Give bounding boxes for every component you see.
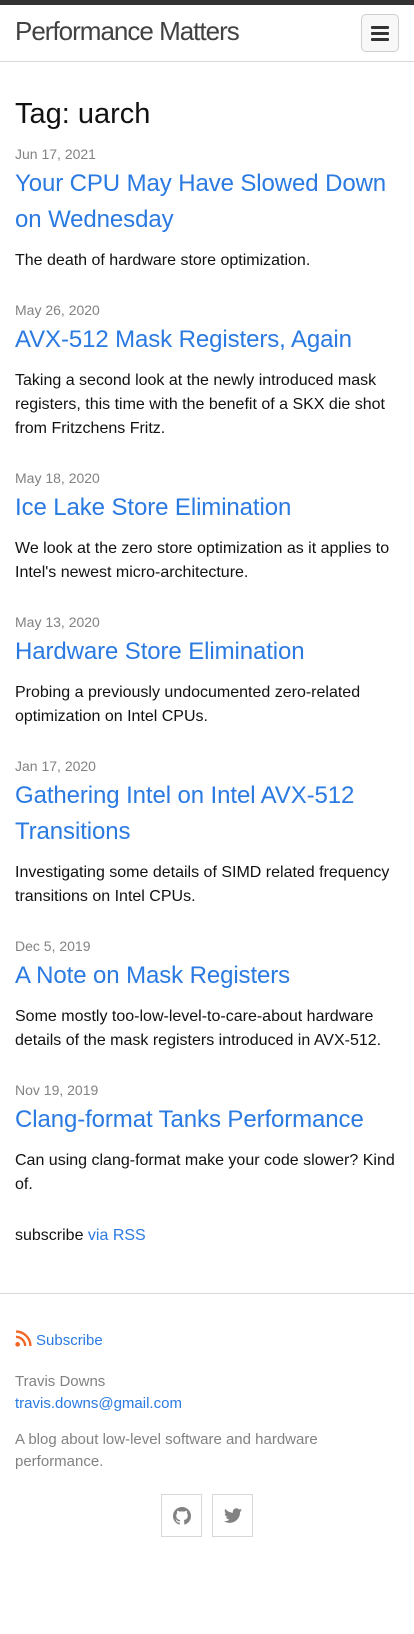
post-excerpt: Probing a previously undocumented zero-r… xyxy=(15,684,361,725)
post-list: Jun 17, 2021 Your CPU May Have Slowed Do… xyxy=(15,144,399,1197)
site-footer: Subscribe Travis Downs travis.downs@gmai… xyxy=(0,1293,414,1571)
site-header: Performance Matters xyxy=(0,5,414,62)
main-content: Tag: uarch Jun 17, 2021 Your CPU May Hav… xyxy=(0,98,414,1248)
post-title-link[interactable]: AVX-512 Mask Registers, Again xyxy=(15,322,399,358)
rss-prefix: subscribe xyxy=(15,1227,88,1244)
hamburger-menu-icon[interactable] xyxy=(361,14,399,52)
post-date: Dec 5, 2019 xyxy=(15,938,91,954)
footer-subscribe-link[interactable]: Subscribe xyxy=(15,1330,399,1351)
post-excerpt: Taking a second look at the newly introd… xyxy=(15,372,385,437)
rss-link[interactable]: via RSS xyxy=(88,1227,146,1244)
post-item: Jun 17, 2021 Your CPU May Have Slowed Do… xyxy=(15,144,399,273)
page-title: Tag: uarch xyxy=(15,98,151,130)
author-name: Travis Downs xyxy=(15,1373,106,1390)
site-description: A blog about low-level software and hard… xyxy=(15,1431,318,1470)
post-title-link[interactable]: Your CPU May Have Slowed Down on Wednesd… xyxy=(15,166,399,238)
post-excerpt: The death of hardware store optimization… xyxy=(15,252,311,269)
post-title-link[interactable]: Ice Lake Store Elimination xyxy=(15,490,399,526)
post-title-link[interactable]: Gathering Intel on Intel AVX-512 Transit… xyxy=(15,778,399,850)
post-excerpt: Can using clang-format make your code sl… xyxy=(15,1152,395,1193)
post-date: May 18, 2020 xyxy=(15,470,100,486)
github-icon[interactable] xyxy=(161,1494,202,1537)
post-excerpt: Investigating some details of SIMD relat… xyxy=(15,864,390,905)
post-title-link[interactable]: Hardware Store Elimination xyxy=(15,634,399,670)
post-date: Jan 17, 2020 xyxy=(15,758,96,774)
post-item: May 18, 2020 Ice Lake Store Elimination … xyxy=(15,468,399,585)
post-item: May 26, 2020 AVX-512 Mask Registers, Aga… xyxy=(15,300,399,441)
post-excerpt: We look at the zero store optimization a… xyxy=(15,540,390,581)
post-item: Nov 19, 2019 Clang-format Tanks Performa… xyxy=(15,1080,399,1197)
post-item: Jan 17, 2020 Gathering Intel on Intel AV… xyxy=(15,756,399,909)
post-title-link[interactable]: Clang-format Tanks Performance xyxy=(15,1102,399,1138)
footer-subscribe-label: Subscribe xyxy=(36,1332,103,1349)
post-date: Nov 19, 2019 xyxy=(15,1082,99,1098)
post-date: May 26, 2020 xyxy=(15,302,100,318)
rss-feed-icon xyxy=(15,1330,32,1351)
post-item: Dec 5, 2019 A Note on Mask Registers Som… xyxy=(15,936,399,1053)
twitter-icon[interactable] xyxy=(212,1494,253,1537)
post-title-link[interactable]: A Note on Mask Registers xyxy=(15,958,399,994)
author-email-link[interactable]: travis.downs@gmail.com xyxy=(15,1393,399,1415)
post-item: May 13, 2020 Hardware Store Elimination … xyxy=(15,612,399,729)
post-date: May 13, 2020 xyxy=(15,614,100,630)
post-excerpt: Some mostly too-low-level-to-care-about … xyxy=(15,1008,382,1049)
site-title-link[interactable]: Performance Matters xyxy=(15,16,240,47)
social-links xyxy=(15,1494,399,1537)
rss-subscribe-line: subscribe via RSS xyxy=(15,1224,399,1248)
post-date: Jun 17, 2021 xyxy=(15,146,96,162)
